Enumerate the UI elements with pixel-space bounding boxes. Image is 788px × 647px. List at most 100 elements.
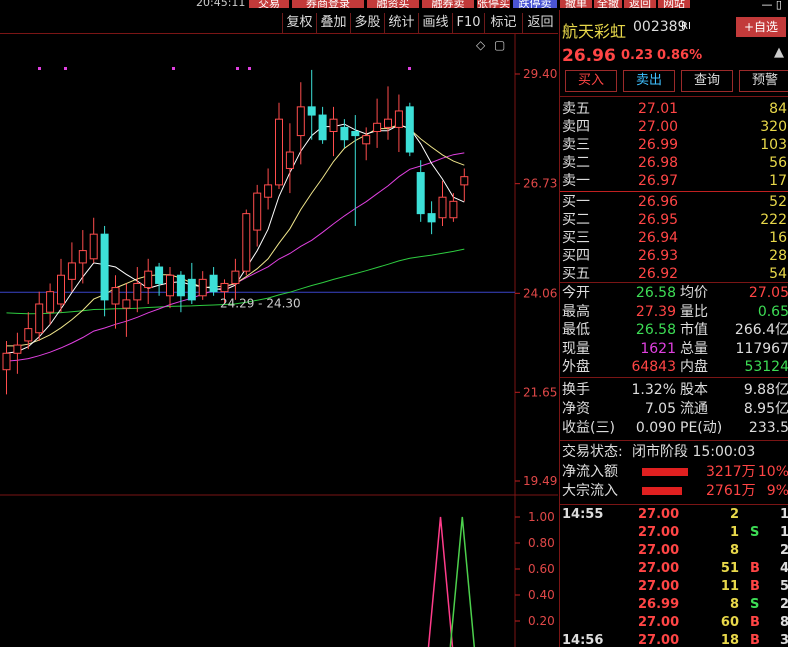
tab-website[interactable]: 网站: [658, 0, 690, 8]
candle[interactable]: [67, 262, 76, 280]
toolbar-restore-rights[interactable]: 复权: [282, 13, 316, 33]
candle[interactable]: [285, 151, 294, 169]
toolbar-f10[interactable]: F10: [452, 13, 484, 33]
chart-svg[interactable]: ◇ ▢ 29.40 26.73 24.06 21.65 19.49 24.29 - 24.3…: [0, 34, 558, 647]
orderbook-row[interactable]: 买四 26.93 28: [560, 247, 788, 265]
toolbar-back[interactable]: 返回: [522, 13, 558, 33]
tab-short-sell[interactable]: 融券卖: [422, 0, 474, 8]
orderbook-row[interactable]: 卖二 26.98 56: [560, 154, 788, 172]
candle[interactable]: [253, 192, 262, 231]
candle[interactable]: [187, 278, 196, 301]
candle[interactable]: [264, 184, 273, 198]
toolbar-draw-line[interactable]: 画线: [418, 13, 452, 33]
candle[interactable]: [405, 106, 414, 153]
tab-back[interactable]: 返回: [624, 0, 656, 8]
tick-side: B: [750, 633, 760, 647]
sell-button[interactable]: 卖出: [623, 70, 675, 92]
candle[interactable]: [220, 282, 229, 293]
candle[interactable]: [329, 118, 338, 132]
tick-row[interactable]: 27.00 11 B 5: [560, 578, 788, 596]
stat-label: 均价: [680, 285, 708, 301]
candle[interactable]: [373, 122, 382, 132]
tab-cancel[interactable]: 撤单: [560, 0, 592, 8]
orderbook-row[interactable]: 买三 26.94 16: [560, 229, 788, 247]
candle[interactable]: [416, 172, 425, 215]
candle[interactable]: [318, 114, 327, 141]
candle[interactable]: [307, 106, 316, 116]
orderbook-row[interactable]: 卖四 27.00 320: [560, 118, 788, 136]
candle[interactable]: [362, 135, 371, 145]
candle[interactable]: [296, 106, 305, 137]
stat-label: PE(动): [680, 420, 723, 436]
orderbook-row[interactable]: 买二 26.95 222: [560, 211, 788, 229]
tick-row[interactable]: 27.00 1 S 1: [560, 524, 788, 542]
candle[interactable]: [198, 278, 207, 297]
tick-row[interactable]: 26.99 8 S 2: [560, 596, 788, 614]
tab-limit-down-sell[interactable]: 跌停卖: [513, 0, 557, 8]
orderbook-row[interactable]: 买五 26.92 54: [560, 265, 788, 283]
diamond-icon[interactable]: ◇: [476, 38, 486, 52]
candle[interactable]: [155, 266, 164, 284]
candle[interactable]: [133, 282, 142, 301]
candle[interactable]: [351, 130, 360, 137]
query-button[interactable]: 查询: [681, 70, 733, 92]
candle[interactable]: [13, 344, 22, 354]
orderbook-volume: 28: [769, 248, 787, 264]
kline-chart[interactable]: ◇ ▢ 29.40 26.73 24.06 21.65 19.49 24.29 - 24.3…: [0, 34, 558, 647]
candle[interactable]: [144, 270, 153, 289]
candle[interactable]: [242, 213, 251, 272]
square-icon[interactable]: ▢: [494, 38, 505, 52]
bell-icon[interactable]: ▲: [774, 45, 784, 60]
orderbook-price: 27.01: [638, 101, 679, 117]
candle[interactable]: [460, 176, 469, 186]
toolbar-mark[interactable]: 标记: [484, 13, 522, 33]
candle[interactable]: [340, 126, 349, 141]
add-favorite-button[interactable]: +自选: [736, 17, 786, 37]
orderbook-row[interactable]: 买一 26.96 52: [560, 193, 788, 211]
orderbook-row[interactable]: 卖五 27.01 84: [560, 100, 788, 118]
candle[interactable]: [394, 110, 403, 128]
candle[interactable]: [24, 328, 33, 342]
tab-margin-buy[interactable]: 融资买: [367, 0, 419, 8]
candle[interactable]: [384, 118, 392, 128]
tab-limit-up-buy[interactable]: 张停买: [477, 0, 510, 8]
price-tick-label: 24.06: [523, 286, 557, 300]
candle[interactable]: [209, 274, 218, 293]
candle[interactable]: [275, 118, 283, 186]
candle[interactable]: [100, 233, 109, 301]
buy-button[interactable]: 买入: [565, 70, 617, 92]
tick-row[interactable]: 27.00 60 B 8: [560, 614, 788, 632]
tick-row[interactable]: 14:56 27.00 18 B 3: [560, 632, 788, 647]
orderbook-volume: 222: [760, 212, 787, 228]
candle[interactable]: [231, 270, 240, 284]
tick-row[interactable]: 14:55 27.00 2 1: [560, 506, 788, 524]
candle[interactable]: [176, 274, 185, 297]
candle[interactable]: [449, 200, 458, 219]
orderbook-row[interactable]: 卖三 26.99 103: [560, 136, 788, 154]
alert-button[interactable]: 预警: [739, 70, 788, 92]
flow-bar: [642, 487, 682, 495]
candle[interactable]: [2, 352, 11, 371]
tick-row[interactable]: 27.00 8 2: [560, 542, 788, 560]
toolbar-statistics[interactable]: 统计: [384, 13, 418, 33]
candle[interactable]: [57, 274, 65, 305]
candle[interactable]: [78, 250, 87, 264]
tab-cancel-all[interactable]: 全撤: [594, 0, 622, 8]
tab-broker-login[interactable]: 券商登录: [292, 0, 364, 8]
price-tick-label: 19.49: [523, 474, 557, 488]
candle[interactable]: [111, 287, 120, 305]
candle[interactable]: [89, 233, 98, 260]
candle[interactable]: [35, 303, 44, 334]
candle[interactable]: [438, 196, 447, 219]
toolbar-multi-stock[interactable]: 多股: [350, 13, 384, 33]
orderbook-row[interactable]: 卖一 26.97 17: [560, 172, 788, 190]
candle[interactable]: [427, 213, 436, 223]
tick-volume: 18: [720, 633, 739, 647]
tab-trade[interactable]: 交易: [249, 0, 289, 8]
candle[interactable]: [122, 299, 131, 309]
candle[interactable]: [46, 291, 55, 313]
candle[interactable]: [166, 274, 174, 297]
tick-row[interactable]: 27.00 51 B 4: [560, 560, 788, 578]
orderbook-volume: 84: [769, 101, 787, 117]
toolbar-overlay[interactable]: 叠加: [316, 13, 350, 33]
